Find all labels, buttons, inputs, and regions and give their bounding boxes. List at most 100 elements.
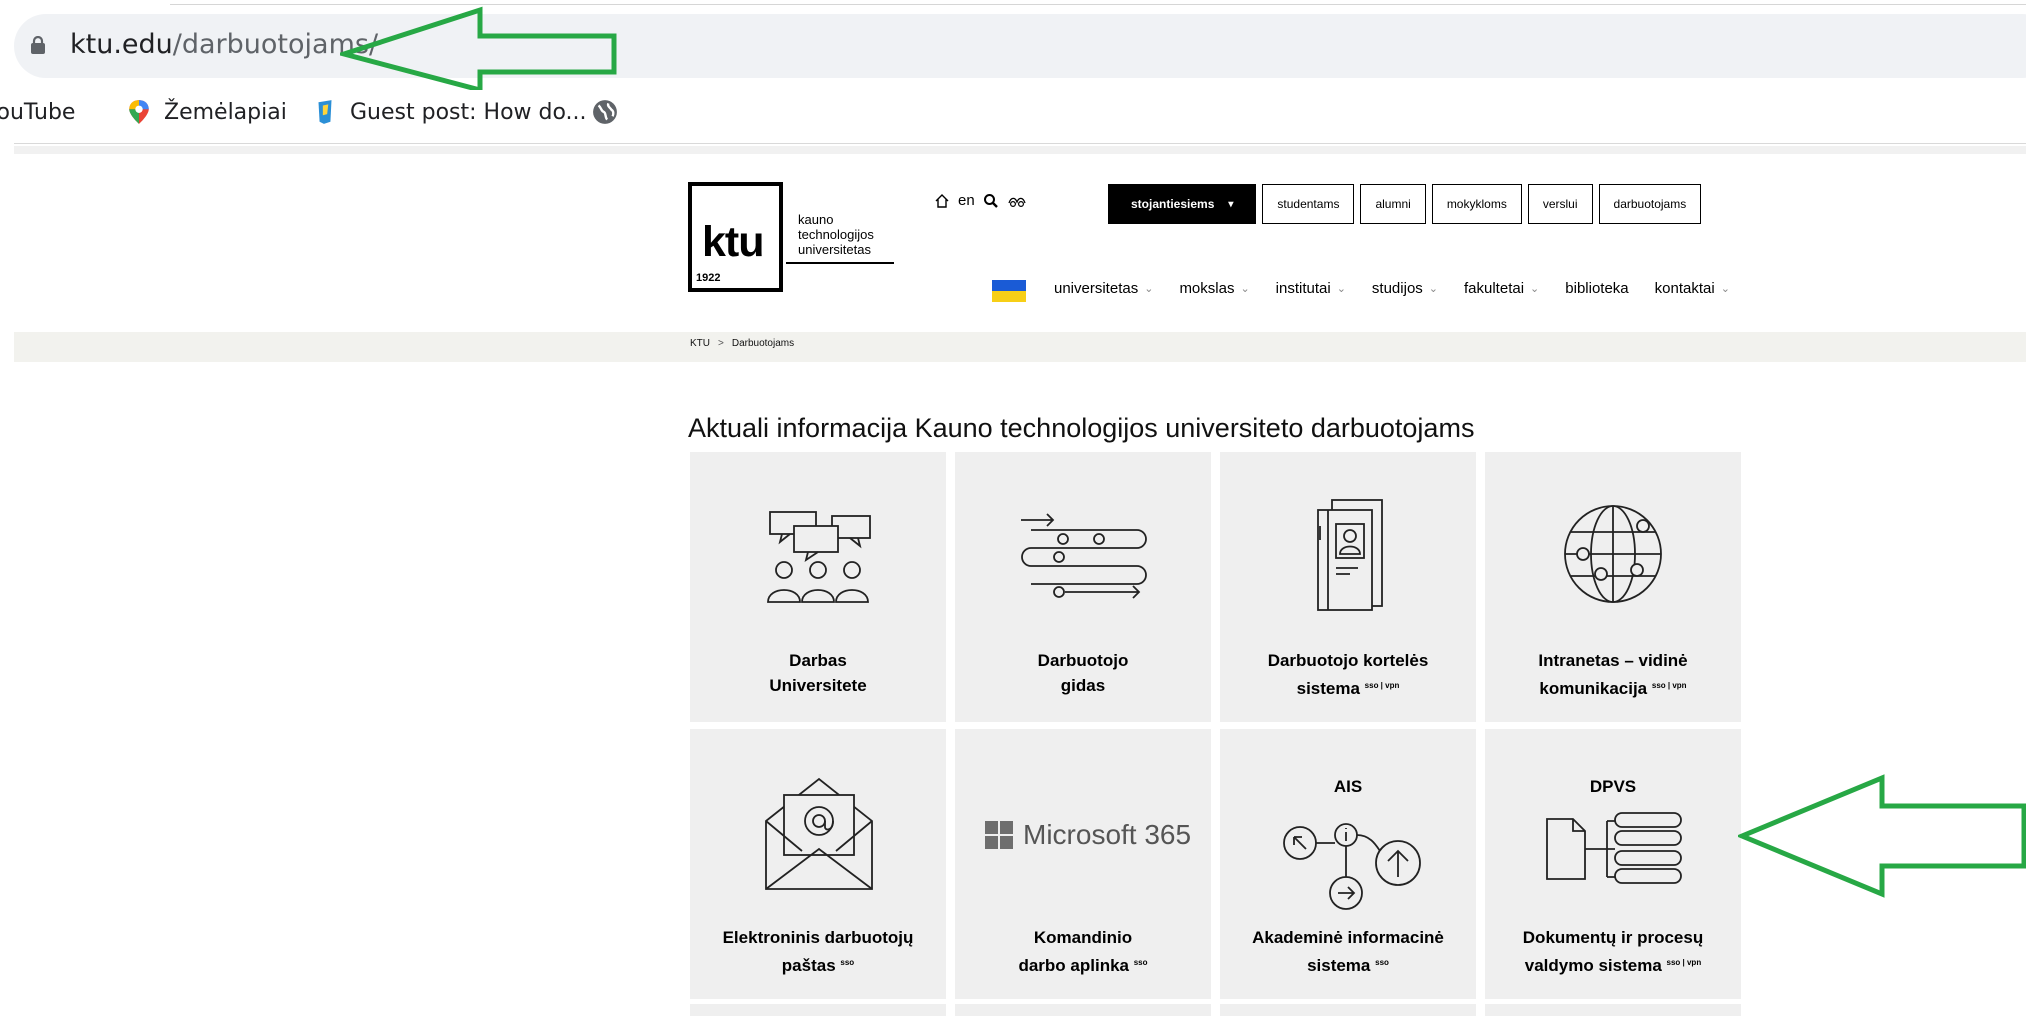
tile-label-line2: komunikacija bbox=[1539, 679, 1648, 698]
logo-line1: kauno bbox=[798, 212, 834, 227]
main-nav-label: kontaktai bbox=[1654, 280, 1715, 297]
main-nav-universitetas[interactable]: universitetas ⌄ bbox=[1054, 280, 1153, 297]
tile-label-line1: Elektroninis darbuotojų bbox=[722, 928, 914, 947]
chevron-down-icon: ⌄ bbox=[1336, 283, 1346, 295]
maps-pin-icon bbox=[129, 100, 149, 124]
main-nav-label: biblioteka bbox=[1565, 280, 1629, 297]
nav-label: stojantiesiems bbox=[1131, 197, 1215, 211]
nav-mokykloms[interactable]: mokykloms bbox=[1431, 184, 1522, 224]
main-nav-institutai[interactable]: institutai ⌄ bbox=[1276, 280, 1346, 297]
tile-label-line1: Darbas bbox=[789, 651, 847, 670]
bookmark-guest-post[interactable]: Guest post: How do... bbox=[312, 92, 587, 132]
main-nav-biblioteka[interactable]: biblioteka bbox=[1565, 280, 1628, 297]
tile-badge: sso bbox=[1375, 958, 1389, 967]
tile-label-line1: Darbuotojo kortelės bbox=[1267, 651, 1429, 670]
url-text[interactable]: ktu.edu/darbuotojams/ bbox=[70, 28, 378, 62]
globe-icon bbox=[593, 100, 617, 124]
bookmark-globe[interactable] bbox=[592, 92, 630, 132]
ukraine-flag[interactable] bbox=[992, 280, 1026, 302]
main-nav-label: mokslas bbox=[1179, 280, 1235, 297]
search-icon[interactable] bbox=[983, 193, 999, 209]
tile-darbuotojo-korteles[interactable]: Darbuotojo kortelės sistema sso | vpn bbox=[1220, 452, 1476, 722]
tile-label-line2: gidas bbox=[1060, 676, 1106, 695]
main-nav-fakultetai[interactable]: fakultetai ⌄ bbox=[1464, 280, 1539, 297]
microsoft365-logo: Microsoft 365 bbox=[985, 819, 1191, 851]
annotation-arrow-icon bbox=[340, 6, 617, 90]
chevron-down-icon: ▾ bbox=[1228, 198, 1234, 210]
main-nav-studijos[interactable]: studijos ⌄ bbox=[1372, 280, 1438, 297]
nav-label: mokykloms bbox=[1446, 197, 1507, 211]
lock-icon bbox=[31, 36, 45, 54]
tile-top-text: AIS bbox=[1333, 777, 1363, 796]
tile-label: Elektroninis darbuotojų paštas sso bbox=[690, 925, 946, 978]
tile-label: Darbuotojo kortelės sistema sso | vpn bbox=[1220, 648, 1476, 701]
breadcrumb-current: Darbuotojams bbox=[731, 338, 795, 349]
main-nav-mokslas[interactable]: mokslas ⌄ bbox=[1179, 280, 1249, 297]
tile-darbuotojo-gidas[interactable]: Darbuotojo gidas bbox=[955, 452, 1211, 722]
browser-top-strip bbox=[0, 0, 2026, 10]
bookmark-label: Žemėlapiai bbox=[164, 99, 287, 125]
nav-label: studentams bbox=[1277, 197, 1340, 211]
tile-partial bbox=[955, 1004, 1211, 1016]
breadcrumb-bar bbox=[14, 332, 2026, 362]
nav-alumni[interactable]: alumni bbox=[1360, 184, 1426, 224]
page-title: Aktuali informacija Kauno technologijos … bbox=[688, 413, 1475, 443]
logo-mark: ktu bbox=[702, 218, 764, 266]
nav-stojantiesiems[interactable]: stojantiesiems ▾ bbox=[1108, 184, 1257, 224]
nav-darbuotojams[interactable]: darbuotojams bbox=[1598, 184, 1702, 224]
main-nav-label: universitetas bbox=[1054, 280, 1139, 297]
chevron-down-icon: ⌄ bbox=[1144, 283, 1154, 295]
breadcrumb-home[interactable]: KTU bbox=[690, 338, 710, 349]
tile-intranetas[interactable]: Intranetas – vidinė komunikacija sso | vp… bbox=[1485, 452, 1741, 722]
globe-network-icon bbox=[1564, 505, 1662, 603]
tile-badge: sso bbox=[1133, 958, 1148, 967]
tile-label-line2: paštas bbox=[781, 956, 836, 975]
guide-path-icon bbox=[1021, 513, 1147, 599]
tile-label-line1: Komandinio bbox=[1033, 928, 1133, 947]
people-chat-icon bbox=[767, 511, 871, 603]
tile-label: Komandinio darbo aplinka sso bbox=[955, 925, 1211, 978]
home-icon[interactable] bbox=[934, 193, 950, 209]
tile-partial bbox=[1485, 1004, 1741, 1016]
tile-ais[interactable]: AIS Akademinė informacinė sistema sso bbox=[1220, 729, 1476, 999]
tile-darbas-universitete[interactable]: Darbas Universitete bbox=[690, 452, 946, 722]
tile-elektroninis-pastas[interactable]: Elektroninis darbuotojų paštas sso bbox=[690, 729, 946, 999]
id-card-icon bbox=[1317, 499, 1383, 611]
tile-komandinio-darbo-aplinka[interactable]: Microsoft 365 Komandinio darbo aplinka ss… bbox=[955, 729, 1211, 999]
chrome-divider bbox=[14, 143, 2026, 144]
tile-top-text: DPVS bbox=[1589, 777, 1637, 796]
chevron-down-icon: ⌄ bbox=[1240, 283, 1250, 295]
logo-name: kauno technologijos universitetas bbox=[798, 212, 874, 257]
tile-label-line1: Intranetas – vidinė bbox=[1538, 651, 1688, 670]
chevron-down-icon: ⌄ bbox=[1720, 283, 1730, 295]
tile-dpvs[interactable]: DPVS Dokumentų ir procesų valdymo sistema… bbox=[1485, 729, 1741, 999]
tile-label: Intranetas – vidinė komunikacija sso | vp… bbox=[1485, 648, 1741, 701]
logo-underline bbox=[786, 262, 894, 264]
breadcrumb: KTU > Darbuotojams bbox=[690, 338, 794, 349]
document-flow-icon bbox=[1546, 812, 1682, 884]
tile-label-line2: sistema bbox=[1307, 956, 1371, 975]
accessibility-icon[interactable] bbox=[1007, 194, 1027, 208]
utility-bar: en bbox=[934, 192, 1027, 209]
tile-label-line1: Dokumentų ir procesų bbox=[1522, 928, 1704, 947]
nav-label: darbuotojams bbox=[1613, 197, 1687, 211]
language-switch[interactable]: en bbox=[958, 192, 975, 209]
logo-year: 1922 bbox=[696, 272, 721, 284]
chevron-down-icon: ⌄ bbox=[1428, 283, 1438, 295]
tile-label-line1: Darbuotojo bbox=[1037, 651, 1129, 670]
tile-label: Dokumentų ir procesų valdymo sistema sso … bbox=[1485, 925, 1741, 978]
bookmark-maps[interactable]: Žemėlapiai bbox=[126, 92, 287, 132]
nav-studentams[interactable]: studentams bbox=[1262, 184, 1355, 224]
main-nav-label: studijos bbox=[1371, 280, 1423, 297]
tile-partial bbox=[690, 1004, 946, 1016]
bookmark-youtube[interactable]: YouTube bbox=[0, 92, 75, 132]
tile-label: Darbuotojo gidas bbox=[955, 648, 1211, 698]
info-network-icon bbox=[1283, 823, 1421, 910]
tile-badge: sso | vpn bbox=[1364, 681, 1400, 690]
nav-label: alumni bbox=[1375, 197, 1411, 211]
nav-label: verslui bbox=[1542, 197, 1578, 211]
main-nav-kontaktai[interactable]: kontaktai ⌄ bbox=[1655, 280, 1730, 297]
breadcrumb-separator: > bbox=[718, 338, 724, 349]
bookmark-icon bbox=[318, 100, 332, 124]
nav-verslui[interactable]: verslui bbox=[1527, 184, 1593, 224]
